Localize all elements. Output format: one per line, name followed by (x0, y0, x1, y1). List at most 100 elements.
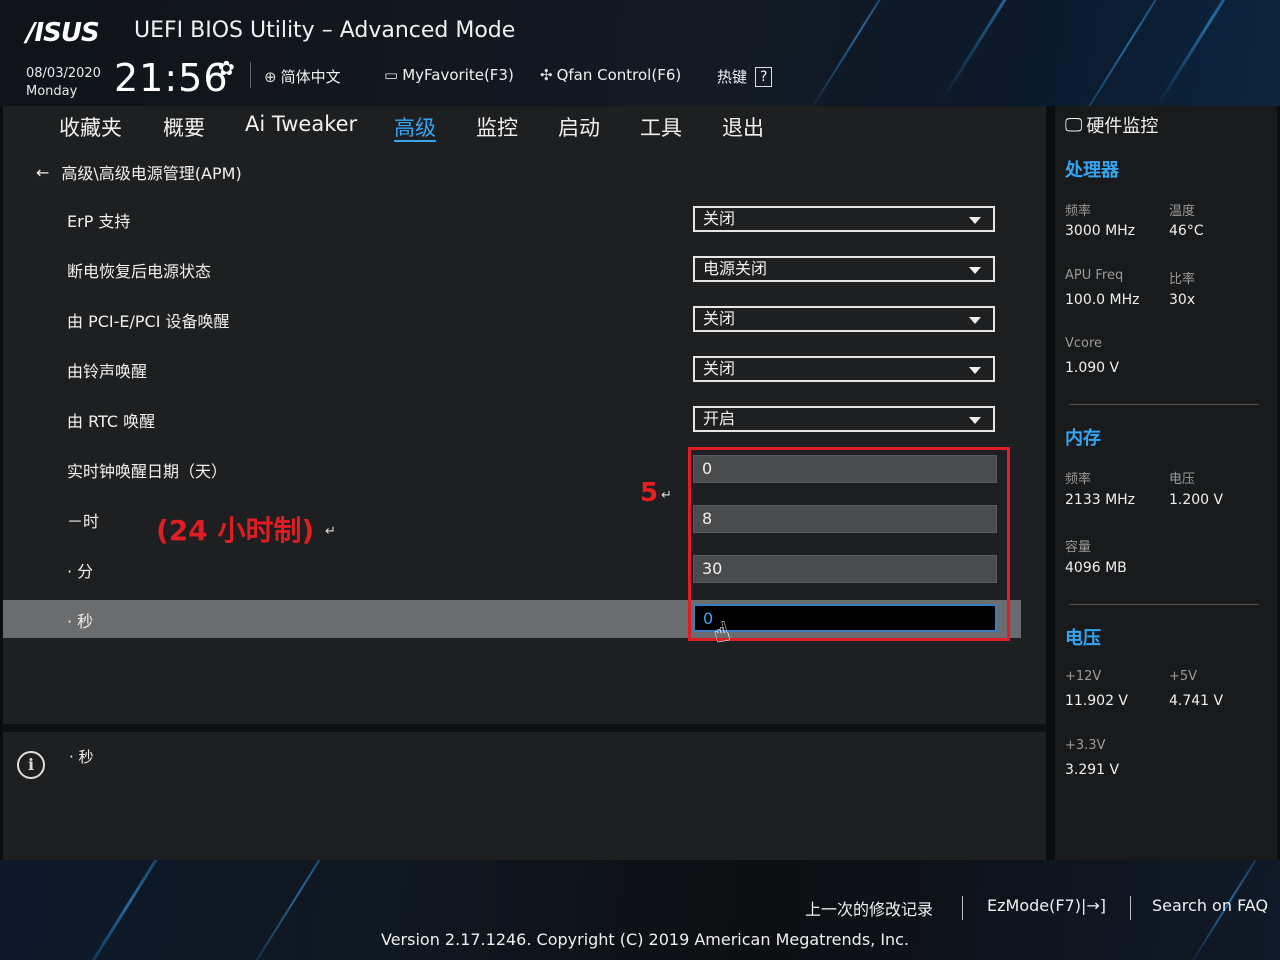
decorative-streak (1155, 0, 1265, 106)
top-bar: /ISUS UEFI BIOS Utility – Advanced Mode … (0, 0, 1280, 106)
ring-wake-select[interactable]: 关闭 (693, 356, 995, 382)
ezmode-button[interactable]: EzMode(F7)|→] (987, 896, 1106, 915)
hotkey-button[interactable]: 热键 ? (717, 66, 773, 87)
gear-icon[interactable]: ✿ (218, 56, 235, 80)
hardware-monitor-panel: 🖵 硬件监控 处理器 频率 温度 3000 MHz 46°C APU Freq … (1055, 106, 1277, 860)
v5-label: +5V (1169, 669, 1198, 684)
v33-value: 3.291 V (1065, 762, 1120, 778)
rtc-second-label: · 秒 (67, 612, 94, 631)
memory-heading: 内存 (1065, 428, 1101, 449)
tab-tool[interactable]: 工具 (640, 112, 682, 142)
decorative-streak (939, 0, 1081, 103)
ring-wake-value: 关闭 (703, 359, 736, 378)
annotation-24-hour-note: (24 小时制) (156, 514, 315, 547)
breadcrumb-path: 高级\高级电源管理(APM) (61, 164, 242, 183)
hotkey-key: ? (755, 66, 773, 87)
cpu-heading: 处理器 (1065, 160, 1119, 181)
chevron-down-icon (969, 417, 981, 424)
divider (962, 896, 963, 920)
rtc-day-label: 实时钟唤醒日期（天） (67, 462, 228, 481)
ac-power-loss-select[interactable]: 电源关闭 (693, 256, 995, 282)
hardware-monitor-label: 硬件监控 (1086, 116, 1159, 137)
qfan-label: Qfan Control(F6) (556, 66, 682, 84)
cpu-temp-value: 46°C (1169, 223, 1204, 239)
tab-main[interactable]: 概要 (163, 112, 205, 142)
back-arrow-icon[interactable]: ← (36, 163, 49, 182)
tab-favorites[interactable]: 收藏夹 (59, 112, 122, 142)
v33-label: +3.3V (1065, 738, 1106, 753)
clock: 21:56 (114, 56, 229, 100)
chevron-down-icon (969, 217, 981, 224)
language-button[interactable]: ⊕ 简体中文 (264, 66, 341, 87)
pcie-wake-label: 由 PCI-E/PCI 设备唤醒 (67, 312, 230, 331)
memory-volt-label: 电压 (1169, 472, 1196, 487)
rtc-hour-label: －时 (67, 512, 100, 531)
last-modified-button[interactable]: 上一次的修改记录 (805, 896, 933, 920)
cpu-freq-value: 3000 MHz (1065, 223, 1136, 239)
breadcrumb: ← 高级\高级电源管理(APM) (36, 160, 242, 184)
divider (1130, 896, 1131, 920)
myfavorite-button[interactable]: ▭ MyFavorite(F3) (384, 66, 514, 84)
info-icon: i (17, 751, 45, 779)
chevron-down-icon (969, 367, 981, 374)
erp-support-select[interactable]: 关闭 (693, 206, 995, 232)
help-divider (3, 724, 1046, 732)
decorative-streak (1060, 0, 1200, 106)
apu-freq-label: APU Freq (1065, 268, 1124, 283)
voltage-heading: 电压 (1065, 628, 1101, 649)
annotation-return-mark: ↵ (661, 488, 672, 503)
tab-monitor[interactable]: 监控 (476, 112, 518, 142)
monitor-divider (1069, 404, 1259, 405)
rtc-wake-select[interactable]: 开启 (693, 406, 995, 432)
hardware-monitor-title: 🖵 硬件监控 (1065, 112, 1158, 138)
cpu-ratio-value: 30x (1169, 292, 1196, 308)
cpu-freq-label: 频率 (1065, 204, 1092, 219)
weekday-label: Monday (26, 84, 78, 99)
date-label: 08/03/2020 (26, 66, 101, 81)
help-text: · 秒 (69, 748, 94, 766)
erp-support-value: 关闭 (703, 209, 736, 228)
rtc-minute-label: · 分 (67, 562, 94, 581)
apu-freq-value: 100.0 MHz (1065, 292, 1140, 308)
divider (250, 62, 251, 88)
bottom-bar: 上一次的修改记录 EzMode(F7)|→] Search on FAQ Ver… (0, 860, 1280, 960)
monitor-icon: 🖵 (1065, 114, 1083, 136)
rtc-wake-label: 由 RTC 唤醒 (67, 412, 156, 431)
app-title: UEFI BIOS Utility – Advanced Mode (134, 18, 516, 43)
myfavorite-label: MyFavorite(F3) (402, 66, 514, 84)
tab-advanced[interactable]: 高级 (394, 112, 436, 142)
pcie-wake-select[interactable]: 关闭 (693, 306, 995, 332)
v12-value: 11.902 V (1065, 693, 1129, 709)
tab-exit[interactable]: 退出 (722, 112, 764, 142)
favorite-icon: ▭ (384, 66, 399, 84)
annotation-step-number: 5 (640, 478, 659, 508)
decorative-streak (235, 860, 365, 960)
erp-support-label: ErP 支持 (67, 212, 131, 231)
cpu-temp-label: 温度 (1169, 204, 1196, 219)
monitor-divider (1069, 604, 1259, 605)
pcie-wake-value: 关闭 (703, 309, 736, 328)
memory-capacity-label: 容量 (1065, 540, 1092, 555)
ac-power-loss-value: 电源关闭 (703, 259, 768, 278)
annotation-return-mark: ↵ (325, 524, 336, 539)
annotation-highlight-box (688, 447, 1010, 641)
search-faq-button[interactable]: Search on FAQ (1152, 896, 1268, 915)
decorative-streak (70, 860, 190, 960)
menu-tabs: 收藏夹 概要 Ai Tweaker 高级 监控 启动 工具 退出 (3, 106, 1046, 146)
vcore-value: 1.090 V (1065, 360, 1120, 376)
memory-freq-label: 频率 (1065, 472, 1092, 487)
memory-capacity-value: 4096 MB (1065, 560, 1127, 576)
cpu-ratio-label: 比率 (1169, 272, 1196, 287)
globe-icon: ⊕ (264, 67, 277, 86)
qfan-button[interactable]: ✣ Qfan Control(F6) (540, 66, 681, 84)
v5-value: 4.741 V (1169, 693, 1224, 709)
tab-ai-tweaker[interactable]: Ai Tweaker (245, 112, 357, 136)
v12-label: +12V (1065, 669, 1102, 684)
asus-logo: /ISUS (26, 18, 100, 48)
main-panel: 收藏夹 概要 Ai Tweaker 高级 监控 启动 工具 退出 ← 高级\高级… (3, 106, 1046, 860)
ring-wake-label: 由铃声唤醒 (67, 362, 148, 381)
ac-power-loss-label: 断电恢复后电源状态 (67, 262, 212, 281)
decorative-streak (806, 0, 914, 106)
memory-volt-value: 1.200 V (1169, 492, 1224, 508)
tab-boot[interactable]: 启动 (558, 112, 600, 142)
